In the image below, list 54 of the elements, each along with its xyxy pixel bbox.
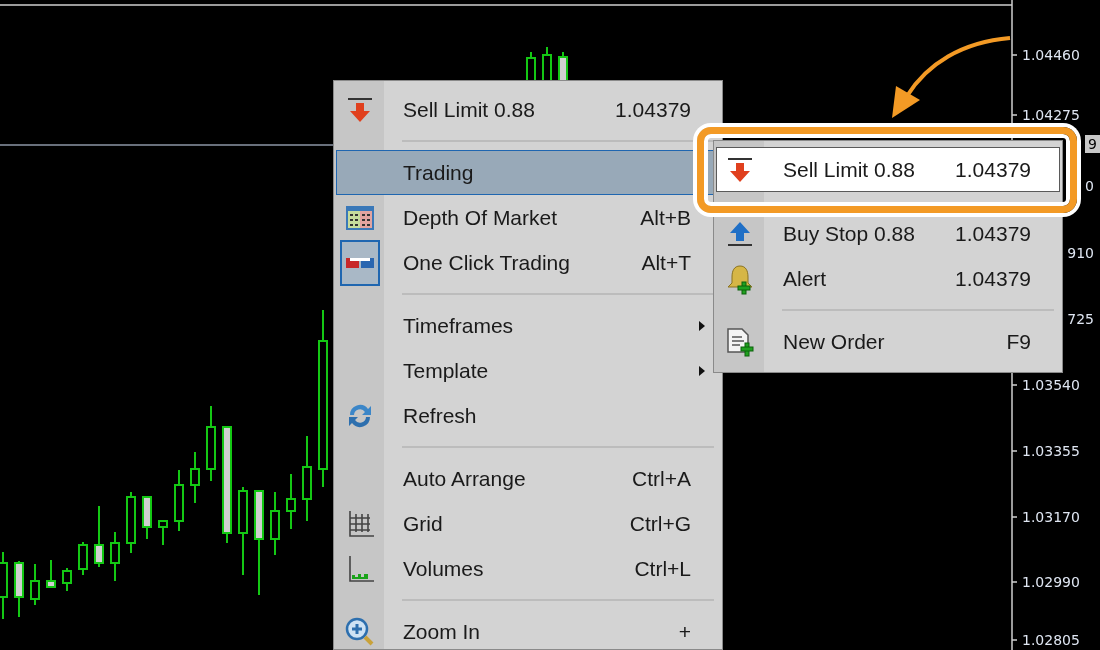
candlestick bbox=[158, 520, 168, 546]
shortcut-label: Alt+B bbox=[640, 204, 691, 231]
shortcut-label: 1.04379 bbox=[955, 220, 1031, 247]
candlestick bbox=[174, 469, 184, 532]
shortcut-label: Ctrl+L bbox=[634, 555, 691, 582]
candlestick bbox=[14, 560, 24, 618]
price-label: 910 bbox=[1067, 244, 1094, 262]
candlestick bbox=[526, 51, 536, 83]
axis-tick bbox=[1011, 54, 1018, 56]
candlestick bbox=[110, 531, 120, 582]
candlestick bbox=[286, 473, 296, 530]
price-label: 1.04460 bbox=[1022, 46, 1080, 64]
price-label: 0 bbox=[1085, 177, 1094, 195]
price-label: 725 bbox=[1067, 310, 1094, 328]
toggle-switch-icon bbox=[346, 257, 374, 268]
candlestick bbox=[94, 505, 104, 568]
price-label: 1.03355 bbox=[1022, 442, 1080, 460]
candlestick bbox=[190, 451, 200, 504]
menu-item[interactable]: Grid Ctrl+G bbox=[336, 501, 720, 546]
menu-item[interactable]: Refresh bbox=[336, 393, 720, 438]
shortcut-label: Ctrl+A bbox=[632, 465, 691, 492]
menu-item[interactable]: Volumes Ctrl+L bbox=[336, 546, 720, 591]
candlestick bbox=[270, 491, 280, 556]
axis-tick bbox=[1011, 516, 1018, 518]
shortcut-label: F9 bbox=[1006, 328, 1031, 355]
axis-tick bbox=[1011, 384, 1018, 386]
candlestick bbox=[62, 567, 72, 592]
price-tag: 9 bbox=[1085, 135, 1100, 153]
shortcut-label: 1.04379 bbox=[955, 265, 1031, 292]
price-label: 1.02805 bbox=[1022, 631, 1080, 649]
menu-item[interactable]: Zoom In + bbox=[336, 609, 720, 649]
candlestick bbox=[46, 559, 56, 588]
shortcut-label: Ctrl+G bbox=[629, 510, 691, 537]
shortcut-label: 1.04379 bbox=[615, 96, 691, 123]
menu-item[interactable]: Sell Limit 0.88 1.04379 bbox=[716, 147, 1060, 192]
price-label: 1.02990 bbox=[1022, 573, 1080, 591]
document-plus-icon bbox=[724, 325, 756, 358]
shortcut-label: 1.04379 bbox=[955, 156, 1031, 183]
axis-tick bbox=[1011, 114, 1018, 116]
price-label: 1.03540 bbox=[1022, 376, 1080, 394]
axis-tick bbox=[1011, 639, 1018, 641]
candlestick bbox=[78, 541, 88, 576]
price-label: 1.04275 bbox=[1022, 106, 1080, 124]
shortcut-label: Alt+T bbox=[641, 249, 691, 276]
candlestick bbox=[142, 496, 152, 540]
candlestick bbox=[30, 563, 40, 606]
axis-tick bbox=[1011, 581, 1018, 583]
menu-item[interactable]: Sell Limit 0.88 1.04379 bbox=[336, 87, 720, 132]
shortcut-label: + bbox=[678, 618, 691, 645]
price-label: 1.03170 bbox=[1022, 508, 1080, 526]
candlestick bbox=[126, 491, 136, 554]
menu-item[interactable]: Auto Arrange Ctrl+A bbox=[336, 456, 720, 501]
axis-tick bbox=[1011, 450, 1018, 452]
zoom-in-icon bbox=[344, 615, 376, 648]
